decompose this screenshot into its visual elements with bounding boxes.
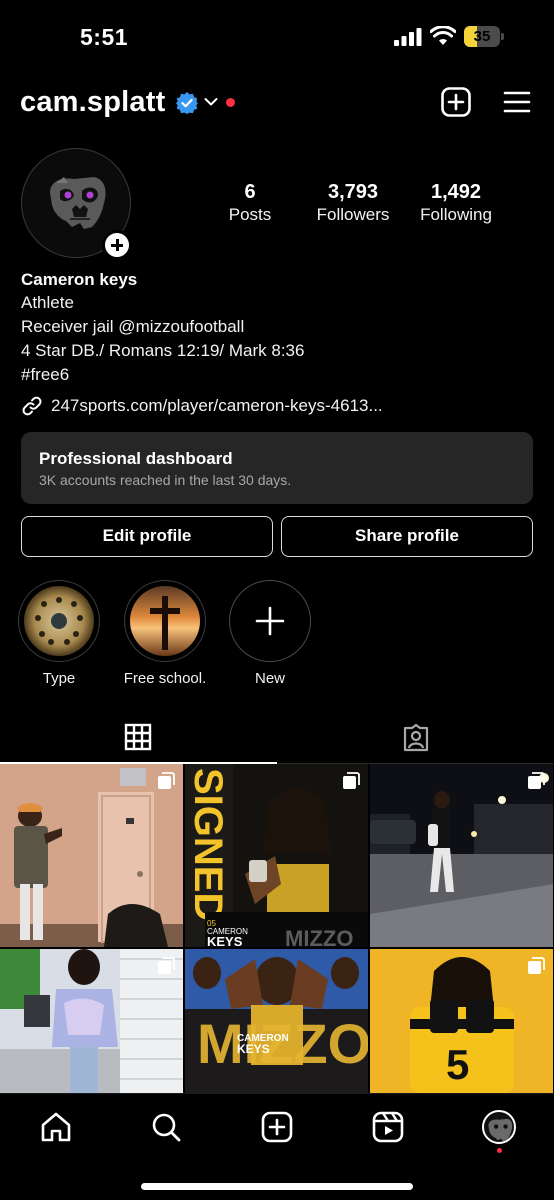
multiple-posts-icon xyxy=(343,772,360,789)
following-count: 1,492 xyxy=(430,181,482,203)
graphic-text: KEYS xyxy=(237,1042,270,1056)
followers-label: Followers xyxy=(316,205,390,224)
bio-line: 4 Star DB./ Romans 12:19/ Mark 8:36 xyxy=(21,341,305,360)
dashboard-title: Professional dashboard xyxy=(39,449,233,468)
dashboard-subtitle: 3K accounts reached in the last 30 days. xyxy=(39,472,292,488)
home-icon[interactable] xyxy=(39,1110,73,1144)
battery-level: 35 xyxy=(473,28,491,45)
plus-icon xyxy=(255,606,284,635)
post-thumbnail[interactable] xyxy=(370,764,553,947)
profile-tab-avatar[interactable] xyxy=(482,1110,516,1144)
highlight-label: Type xyxy=(42,670,76,687)
cellular-signal-icon xyxy=(394,28,422,46)
followers-count: 3,793 xyxy=(327,181,379,203)
highlight-free-school[interactable]: Free school. xyxy=(123,580,207,687)
tab-posts-grid[interactable] xyxy=(0,712,277,764)
highlight-type[interactable]: Type xyxy=(17,580,101,687)
professional-dashboard[interactable]: Professional dashboard 3K accounts reach… xyxy=(21,432,533,504)
notification-dot xyxy=(497,1148,502,1153)
profile-header: cam.splatt xyxy=(0,80,554,128)
graphic-text: KEYS xyxy=(207,934,243,947)
edit-profile-button[interactable]: Edit profile xyxy=(21,516,273,557)
search-icon[interactable] xyxy=(149,1110,183,1144)
share-profile-button[interactable]: Share profile xyxy=(281,516,533,557)
bio-line: Receiver jail @mizzoufootball xyxy=(21,317,245,336)
battery-indicator: 35 xyxy=(464,26,504,47)
new-highlight-button[interactable]: New xyxy=(228,580,312,687)
svg-text:5: 5 xyxy=(446,1041,469,1088)
link-icon xyxy=(22,396,42,416)
following-label: Following xyxy=(420,205,492,224)
notification-dot xyxy=(226,98,235,107)
grid-icon xyxy=(124,723,152,751)
tagged-icon xyxy=(403,723,429,752)
multiple-posts-icon xyxy=(158,772,175,789)
verified-badge-icon xyxy=(176,92,198,114)
create-icon[interactable] xyxy=(260,1110,294,1144)
profile-bio: Cameron keys Athlete Receiver jail @mizz… xyxy=(21,269,531,387)
posts-count: 6 xyxy=(244,181,256,203)
display-name: Cameron keys xyxy=(21,270,138,289)
bio-link-text: 247sports.com/player/cameron-keys-4613..… xyxy=(51,396,383,415)
post-thumbnail[interactable]: SIGNED 05 CAMERON KEYS MIZZO xyxy=(185,764,368,947)
multiple-posts-icon xyxy=(528,957,545,974)
highlight-cover-image xyxy=(24,586,94,656)
bio-link[interactable]: 247sports.com/player/cameron-keys-4613..… xyxy=(21,394,383,418)
menu-icon[interactable] xyxy=(503,90,531,114)
bio-line: #free6 xyxy=(21,365,70,384)
profile-tabs xyxy=(0,712,554,764)
posts-label: Posts xyxy=(228,205,272,224)
profile-category: Athlete xyxy=(21,293,74,312)
chevron-down-icon[interactable] xyxy=(203,94,219,110)
create-icon[interactable] xyxy=(441,87,471,117)
multiple-posts-icon xyxy=(528,772,545,789)
highlight-cover-image xyxy=(130,586,200,656)
post-thumbnail[interactable] xyxy=(0,764,183,947)
add-story-button[interactable] xyxy=(102,230,132,260)
skull-mask-icon xyxy=(50,177,106,229)
home-indicator xyxy=(141,1183,413,1190)
graphic-text: MIZZO xyxy=(285,926,353,947)
status-bar: 5:51 35 xyxy=(0,0,554,74)
multiple-posts-icon xyxy=(158,957,175,974)
followers-stat[interactable]: 3,793 Followers xyxy=(303,180,403,226)
highlight-label: Free school. xyxy=(123,670,207,687)
username-switcher[interactable]: cam.splatt xyxy=(20,86,165,119)
status-time: 5:51 xyxy=(80,24,129,50)
wifi-icon xyxy=(430,26,456,45)
reels-icon[interactable] xyxy=(371,1110,405,1144)
following-stat[interactable]: 1,492 Following xyxy=(406,180,506,226)
graphic-text: SIGNED xyxy=(186,768,230,921)
skull-mask-icon xyxy=(488,1118,513,1142)
posts-stat[interactable]: 6 Posts xyxy=(208,180,292,226)
tab-tagged[interactable] xyxy=(277,712,554,764)
highlight-label: New xyxy=(254,670,285,687)
